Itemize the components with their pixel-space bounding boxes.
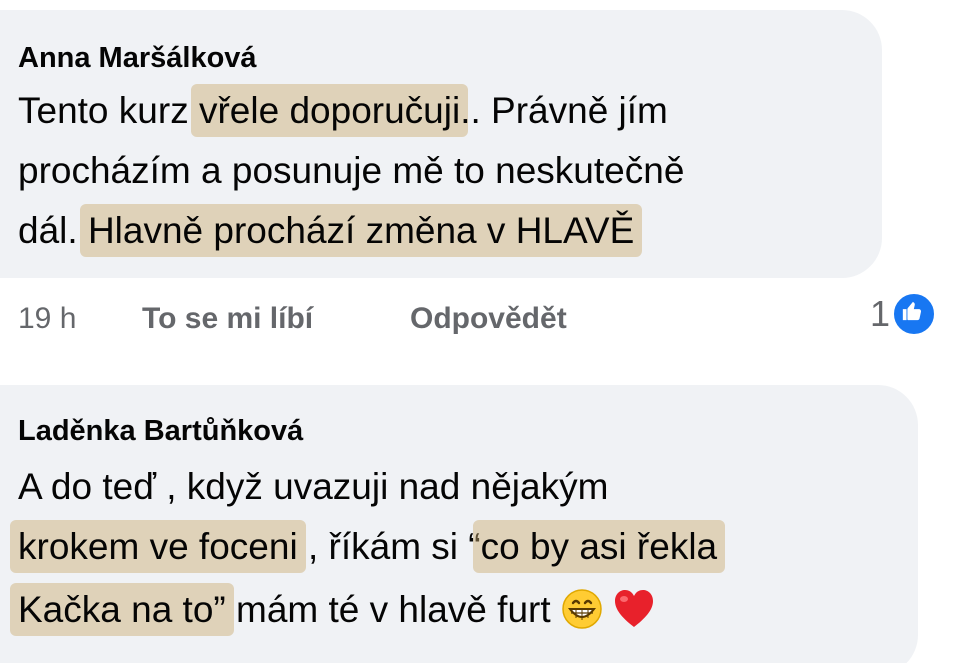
text-segment: dál. [18, 210, 88, 251]
text-segment: mám té v hlavě furt [225, 588, 561, 630]
thumbs-up-icon [892, 292, 937, 336]
reaction-count: 1 [870, 293, 891, 334]
text-segment: Tento kurz [18, 90, 199, 131]
comment-text-line: A do teď , když uvazuji nad nějakým [18, 466, 609, 507]
highlighted-text: Kačka na to” [10, 582, 234, 636]
comment-actions: To se mi líbí [142, 302, 313, 336]
red-heart-emoji [613, 589, 655, 635]
comment-actions: 19 h [18, 302, 76, 336]
text-segment: , říkám si “ [297, 526, 481, 567]
highlighted-text: krokem ve foceni [10, 520, 306, 573]
grinning-face-emoji [561, 588, 603, 636]
comment-text-line: Tento kurz vřele doporučuji.. Právně jím [18, 84, 668, 137]
like-button[interactable]: To se mi líbí [142, 302, 313, 335]
highlighted-text: vřele doporučuji [190, 84, 469, 137]
comment-text-line: krokem ve foceni , říkám si “co by asi ř… [10, 520, 726, 573]
comment-text-line: procházím a posunuje mě to neskutečně [18, 150, 685, 191]
comment-text-line: dál. Hlavně prochází změna v HLAVĚ [18, 204, 643, 257]
comment-timestamp[interactable]: 19 h [18, 302, 76, 335]
reply-button[interactable]: Odpovědět [410, 302, 567, 335]
reaction-summary[interactable]: 1 [870, 292, 937, 336]
comments-thread: Anna Maršálková Tento kurz vřele doporuč… [0, 0, 974, 663]
text-segment: .. Právně jím [460, 90, 668, 131]
comment-actions: Odpovědět [410, 302, 567, 336]
comment-text-line: Kačka na to” mám té v hlavě furt [10, 582, 655, 636]
highlighted-text: Hlavně prochází změna v HLAVĚ [79, 204, 643, 257]
highlighted-text: co by asi řekla [472, 520, 726, 573]
comment-author[interactable]: Anna Maršálková [18, 42, 257, 75]
comment-author[interactable]: Laděnka Bartůňková [18, 415, 303, 448]
